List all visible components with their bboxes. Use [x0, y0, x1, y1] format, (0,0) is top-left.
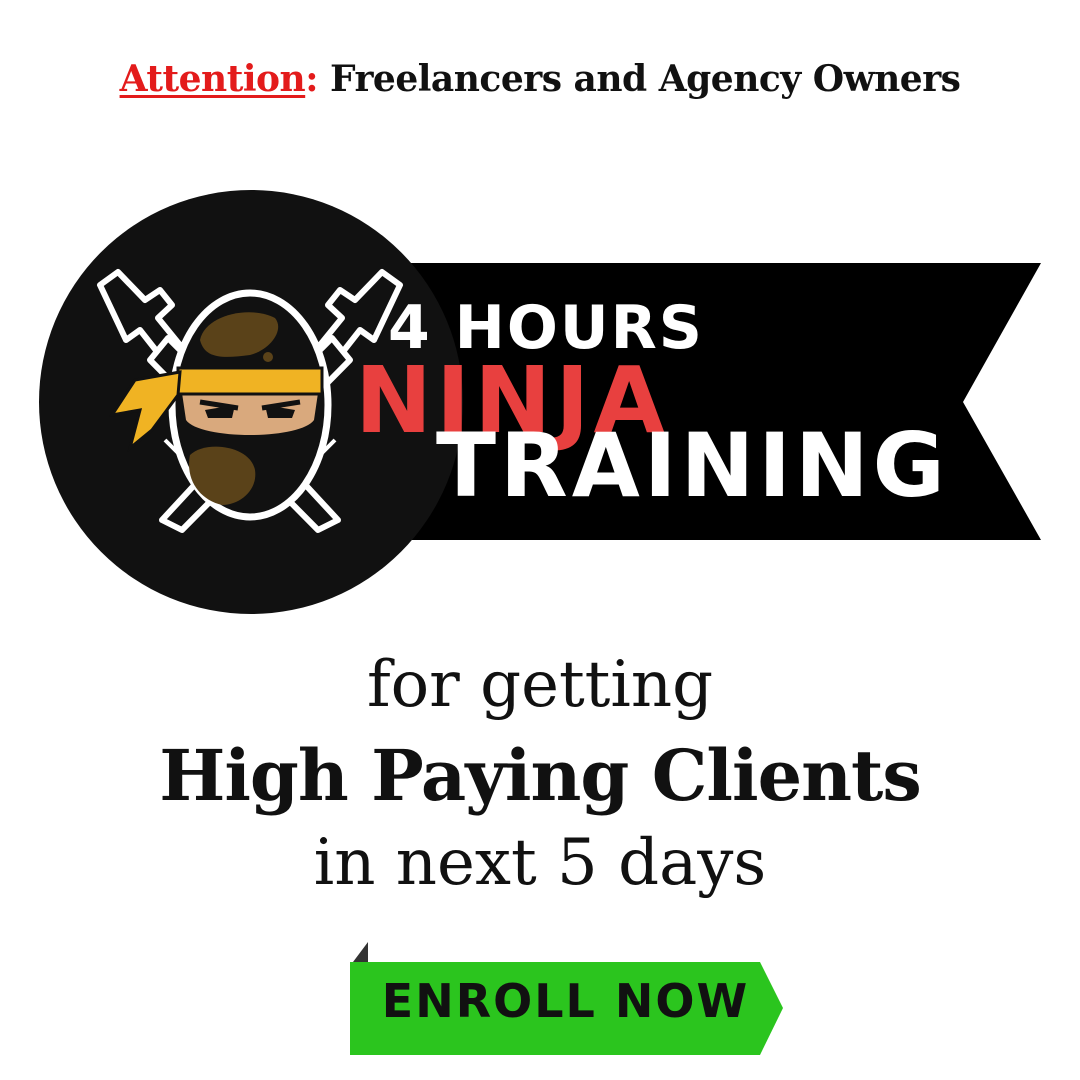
attention-word: Attention — [119, 58, 306, 100]
enroll-now-button[interactable]: ENROLL NOW — [350, 942, 786, 1058]
enroll-now-label: ENROLL NOW — [381, 974, 750, 1028]
subtitle-line-3: in next 5 days — [313, 826, 767, 900]
subtitle-line-1: for getting — [366, 648, 714, 722]
subtitle-line-2: High Paying Clients — [159, 734, 922, 817]
logo-line-training: TRAINING — [436, 414, 949, 517]
attention-colon: : — [305, 58, 318, 100]
audience-text: Freelancers and Agency Owners — [318, 58, 961, 100]
attention-headline: Attention: Freelancers and Agency Owners — [0, 58, 1080, 100]
